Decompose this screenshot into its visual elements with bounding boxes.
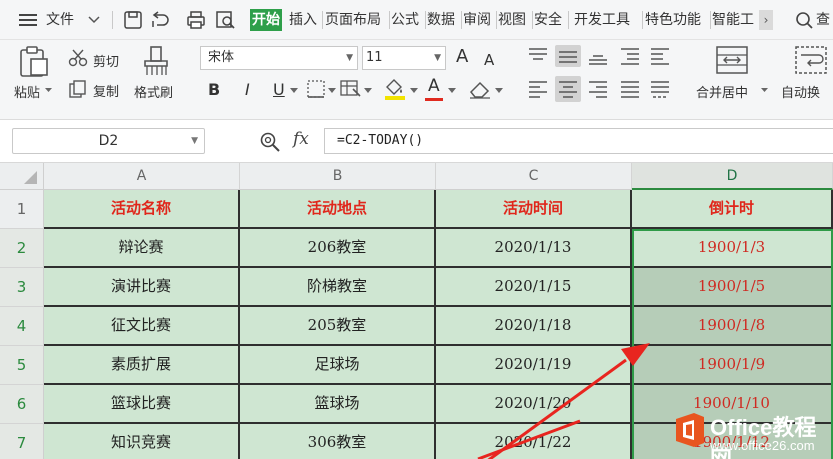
font-name-value: 宋体 <box>208 50 235 65</box>
tab-page-layout[interactable]: 页面布局 <box>325 9 381 31</box>
zoom-search-icon[interactable] <box>260 132 282 152</box>
fx-icon[interactable]: fx <box>293 129 309 149</box>
menu-bar: 文件 开始 插入 页面布局 公式 数据 审阅 视图 安全 开发工具 特色功能 智… <box>0 0 833 40</box>
eraser-icon[interactable] <box>468 78 492 100</box>
distributed-icon[interactable] <box>650 80 670 98</box>
format-painter-icon <box>144 46 168 75</box>
ribbon-toolbar: 粘贴 剪切 复制 格式刷 宋体 ▼ 11 ▼ A A B I U A 合并居中 自动… <box>0 40 833 120</box>
print-icon[interactable] <box>186 11 206 29</box>
font-size-select[interactable]: 11 ▼ <box>362 46 446 70</box>
search-label[interactable]: 查 <box>816 9 830 31</box>
chevron-down-icon: ▼ <box>191 136 198 146</box>
tab-insert[interactable]: 插入 <box>289 9 317 31</box>
formula-bar: D2 ▼ fx =C2-TODAY() <box>0 120 833 163</box>
save-icon[interactable] <box>124 11 142 29</box>
cut-button[interactable]: 剪切 <box>93 51 119 70</box>
tab-review[interactable]: 审阅 <box>463 9 491 31</box>
paste-dropdown-icon[interactable] <box>44 86 53 94</box>
outdent-icon[interactable] <box>650 47 670 65</box>
font-name-select[interactable]: 宋体 ▼ <box>200 46 358 70</box>
tab-special-features[interactable]: 特色功能 <box>645 9 701 31</box>
name-box-value: D2 <box>98 133 119 149</box>
chevron-down-icon: ▼ <box>346 53 353 63</box>
hamburger-menu-icon[interactable] <box>19 13 37 27</box>
chevron-down-icon[interactable] <box>290 88 298 94</box>
chevron-down-icon[interactable] <box>364 88 372 94</box>
indent-icon[interactable] <box>620 47 640 65</box>
tab-smart-tools[interactable]: 智能工 <box>712 9 758 31</box>
bold-button[interactable]: B <box>208 78 220 102</box>
tab-formulas[interactable]: 公式 <box>391 9 419 31</box>
chevron-down-icon[interactable] <box>495 88 503 94</box>
paste-button[interactable]: 粘贴 <box>14 82 40 101</box>
chevron-down-icon[interactable] <box>88 15 100 25</box>
align-right-icon[interactable] <box>588 80 608 98</box>
cell-style-icon[interactable] <box>340 80 362 98</box>
font-color-swatch <box>425 98 443 101</box>
undo-icon[interactable] <box>150 11 170 29</box>
auto-wrap-button[interactable]: 自动换 <box>781 82 820 101</box>
copy-icon <box>69 80 86 98</box>
align-bottom-icon[interactable] <box>588 47 608 65</box>
watermark-url: www.office26.com <box>710 438 815 453</box>
file-menu[interactable]: 文件 <box>46 9 74 31</box>
align-middle-icon <box>559 51 577 63</box>
chevron-down-icon[interactable] <box>328 88 336 94</box>
tab-developer[interactable]: 开发工具 <box>574 9 630 31</box>
print-preview-icon[interactable] <box>216 11 236 29</box>
arrow-head-upper <box>621 343 650 366</box>
italic-button[interactable]: I <box>245 78 250 102</box>
underline-button[interactable]: U <box>273 78 285 102</box>
merge-center-icon <box>716 46 748 74</box>
font-size-value: 11 <box>366 50 383 65</box>
copy-button[interactable]: 复制 <box>93 81 119 100</box>
paste-icon[interactable] <box>18 46 50 78</box>
chevron-down-icon: ▼ <box>434 53 441 63</box>
align-left-icon[interactable] <box>528 80 548 98</box>
chevron-down-icon[interactable] <box>448 88 456 94</box>
format-painter-button[interactable]: 格式刷 <box>134 82 173 101</box>
tab-start[interactable]: 开始 <box>250 9 282 31</box>
office26-watermark: Office教程网 www.office26.com <box>668 406 833 459</box>
search-icon[interactable] <box>796 12 814 30</box>
align-top-icon[interactable] <box>528 47 548 63</box>
arrow-line-lower <box>477 419 581 459</box>
fill-color-icon[interactable] <box>383 77 407 101</box>
wrap-text-icon <box>795 46 827 74</box>
tab-view[interactable]: 视图 <box>498 9 526 31</box>
tab-security[interactable]: 安全 <box>534 9 562 31</box>
name-box[interactable]: D2 ▼ <box>12 128 205 154</box>
font-color-button[interactable]: A <box>428 74 440 98</box>
tabs-more-button[interactable]: › <box>759 10 773 30</box>
office-logo-icon <box>676 413 704 447</box>
justify-icon[interactable] <box>620 80 640 98</box>
formula-input[interactable]: =C2-TODAY() <box>324 128 833 154</box>
merge-center-button[interactable]: 合并居中 <box>696 82 748 101</box>
align-center-icon <box>559 81 577 98</box>
arrow-line-upper <box>487 358 627 459</box>
border-icon[interactable] <box>307 80 327 98</box>
tab-data[interactable]: 数据 <box>427 9 455 31</box>
chevron-down-icon[interactable] <box>760 86 769 94</box>
scissors-icon <box>68 49 88 67</box>
chevron-down-icon[interactable] <box>410 88 418 94</box>
grow-font-button[interactable]: A <box>456 45 468 69</box>
shrink-font-button[interactable]: A <box>484 48 494 72</box>
